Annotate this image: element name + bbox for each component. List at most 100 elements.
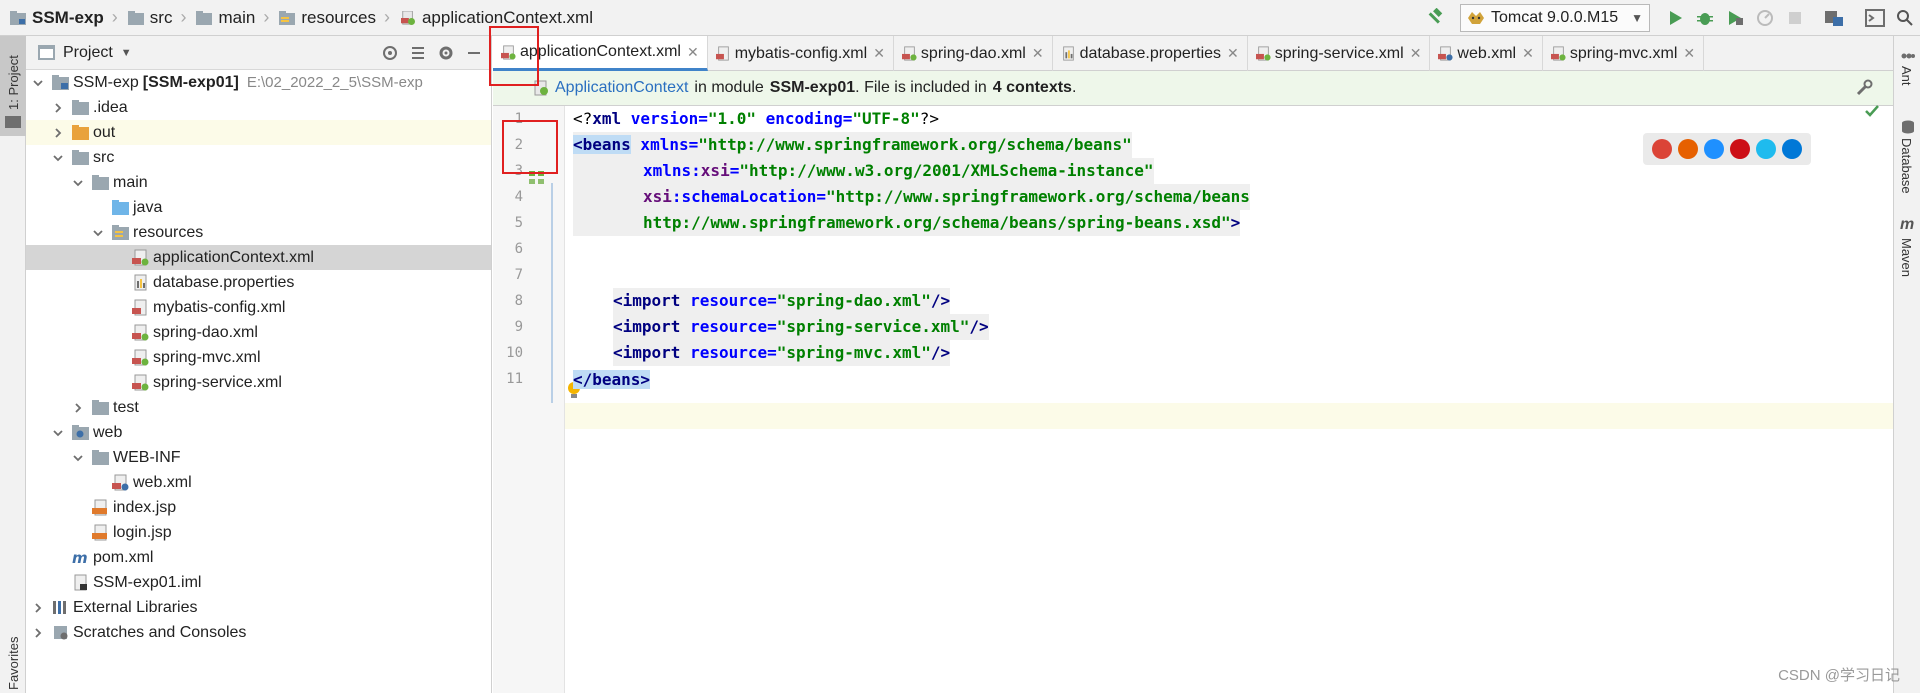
code-editor[interactable]: <?xml version="1.0" encoding="UTF-8"?> <…	[573, 106, 1893, 693]
search-button[interactable]	[1890, 3, 1920, 33]
tree-item[interactable]: database.properties	[26, 270, 491, 295]
chevron-down-icon[interactable]	[52, 427, 64, 439]
tree-item[interactable]: spring-service.xml	[26, 370, 491, 395]
inspection-ok-icon[interactable]	[1865, 104, 1879, 122]
line-number: 9	[514, 319, 523, 335]
chevron-down-icon[interactable]	[72, 177, 84, 189]
safari-icon[interactable]	[1704, 139, 1724, 159]
chevron-right-icon[interactable]	[32, 602, 44, 614]
tree-item[interactable]: src	[26, 145, 491, 170]
line-number: 11	[506, 371, 523, 387]
tree-item[interactable]: out	[26, 120, 491, 145]
editor-tab[interactable]: spring-dao.xml ✕	[894, 36, 1053, 71]
build-hammer-button[interactable]	[1420, 3, 1450, 33]
tree-item[interactable]: web	[26, 420, 491, 445]
chevron-down-icon[interactable]: ▼	[121, 47, 132, 59]
breadcrumb-main[interactable]: main ›	[186, 0, 269, 36]
tree-item[interactable]: mybatis-config.xml	[26, 295, 491, 320]
tree-item[interactable]: java	[26, 195, 491, 220]
debug-button[interactable]	[1690, 3, 1720, 33]
close-icon[interactable]: ✕	[1227, 45, 1239, 62]
properties-icon	[1062, 46, 1074, 61]
editor-tab-bar: applicationContext.xml ✕ mybatis-config.xm…	[493, 36, 1893, 71]
chevron-right-icon[interactable]	[52, 127, 64, 139]
breadcrumb-project[interactable]: SSM-exp ›	[0, 0, 118, 36]
tree-item[interactable]: m pom.xml	[26, 545, 491, 570]
run-configuration-select[interactable]: Tomcat 9.0.0.M15 ▼	[1460, 4, 1650, 32]
tree-item[interactable]: spring-dao.xml	[26, 320, 491, 345]
close-icon[interactable]: ✕	[873, 45, 885, 62]
tree-item[interactable]: Scratches and Consoles	[26, 620, 491, 645]
folder-icon	[72, 150, 89, 165]
tree-item[interactable]: SSM-exp [SSM-exp01] E:\02_2022_2_5\SSM-ex…	[26, 70, 491, 95]
token: <import	[613, 343, 691, 362]
project-structure-button[interactable]	[1820, 3, 1850, 33]
tree-item[interactable]: index.jsp	[26, 495, 491, 520]
tree-item[interactable]: web.xml	[26, 470, 491, 495]
project-tool-tab[interactable]: 1: Project	[0, 36, 26, 136]
tree-item[interactable]: login.jsp	[26, 520, 491, 545]
chevron-down-icon[interactable]	[32, 77, 44, 89]
editor-tab[interactable]: spring-service.xml ✕	[1248, 36, 1431, 71]
token: "UTF-8"	[852, 109, 920, 128]
maven-icon: m	[1900, 216, 1915, 233]
terminal-button[interactable]	[1860, 3, 1890, 33]
favorites-tool-tab[interactable]: Favorites	[0, 606, 26, 693]
tree-item[interactable]: SSM-exp01.iml	[26, 570, 491, 595]
chrome-icon[interactable]	[1652, 139, 1672, 159]
module-folder-icon	[52, 75, 69, 90]
editor-tab[interactable]: spring-mvc.xml ✕	[1543, 36, 1705, 71]
close-icon[interactable]: ✕	[1410, 45, 1422, 62]
wrench-icon[interactable]	[1855, 79, 1873, 97]
minimize-icon[interactable]	[465, 44, 483, 62]
chevron-down-icon[interactable]	[52, 152, 64, 164]
editor-tab[interactable]: mybatis-config.xml ✕	[708, 36, 894, 71]
application-context-link[interactable]: ApplicationContext	[555, 79, 688, 97]
chevron-down-icon[interactable]	[92, 227, 104, 239]
close-icon[interactable]: ✕	[687, 44, 699, 61]
tree-item-label: resources	[133, 223, 204, 241]
tree-item[interactable]: spring-mvc.xml	[26, 345, 491, 370]
breadcrumb-resources[interactable]: resources ›	[269, 0, 390, 36]
tree-item[interactable]: resources	[26, 220, 491, 245]
close-icon[interactable]: ✕	[1032, 45, 1044, 62]
tree-item[interactable]: main	[26, 170, 491, 195]
collapse-all-icon[interactable]	[409, 44, 427, 62]
chevron-down-icon[interactable]	[72, 452, 84, 464]
gear-icon[interactable]	[437, 44, 455, 62]
close-icon[interactable]: ✕	[1522, 45, 1534, 62]
profile-button[interactable]	[1750, 3, 1780, 33]
maven-tool-tab[interactable]: m Maven	[1894, 216, 1920, 296]
locate-icon[interactable]	[381, 44, 399, 62]
token: "http://www.w3.org/2001/XMLSchema-instan…	[739, 161, 1154, 180]
database-tool-tab[interactable]: Database	[1894, 116, 1920, 206]
tab-label: mybatis-config.xml	[734, 44, 868, 62]
tree-item[interactable]: WEB-INF	[26, 445, 491, 470]
editor-tab[interactable]: web.xml ✕	[1430, 36, 1543, 71]
chevron-right-icon[interactable]	[52, 102, 64, 114]
breadcrumb-src[interactable]: src ›	[118, 0, 186, 36]
opera-icon[interactable]	[1730, 139, 1750, 159]
chevron-right-icon[interactable]	[32, 627, 44, 639]
edge-icon[interactable]	[1782, 139, 1802, 159]
token: xsi	[643, 187, 672, 206]
tree-item[interactable]: External Libraries	[26, 595, 491, 620]
maven-label: Maven	[1899, 238, 1914, 278]
spring-xml-icon	[132, 374, 149, 391]
run-button[interactable]	[1660, 3, 1690, 33]
firefox-icon[interactable]	[1678, 139, 1698, 159]
tree-item[interactable]: test	[26, 395, 491, 420]
ie-icon[interactable]	[1756, 139, 1776, 159]
coverage-button[interactable]	[1720, 3, 1750, 33]
editor-tab[interactable]: database.properties ✕	[1053, 36, 1248, 71]
tree-item[interactable]: .idea	[26, 95, 491, 120]
close-icon[interactable]: ✕	[1683, 45, 1695, 62]
project-structure-icon	[1825, 11, 1843, 26]
tree-item[interactable]: applicationContext.xml	[26, 245, 491, 270]
chevron-right-icon[interactable]	[72, 402, 84, 414]
stop-button[interactable]	[1780, 3, 1810, 33]
ant-tool-tab[interactable]: Ant	[1894, 46, 1920, 96]
